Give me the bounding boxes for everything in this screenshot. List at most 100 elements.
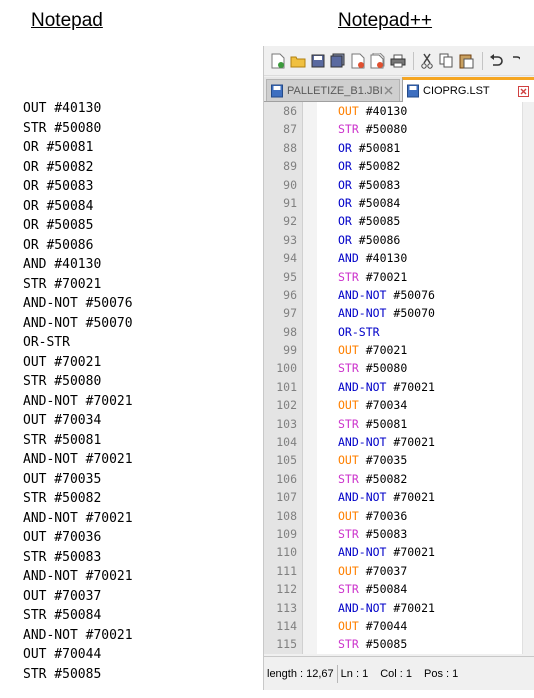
editor-line: 94 AND #40130: [264, 249, 534, 267]
editor-line: 111 OUT #70037: [264, 562, 534, 580]
code-keyword: OR: [338, 159, 352, 174]
code-keyword: AND-NOT: [338, 379, 387, 394]
code-text: AND-NOT #50070: [338, 304, 435, 322]
code-text: OR #50084: [338, 194, 400, 212]
notepad-line: OUT #70044: [23, 647, 102, 662]
notepad-heading: Notepad: [31, 10, 103, 31]
code-text: OUT #70034: [338, 396, 407, 414]
vertical-scrollbar[interactable]: [522, 102, 534, 654]
toolbar-separator: [482, 51, 483, 70]
notepad-line: STR #50082: [23, 491, 102, 506]
cut-icon[interactable]: [418, 52, 435, 69]
notepad-line: OUT #70034: [23, 413, 102, 428]
editor-line: 108 OUT #70036: [264, 507, 534, 525]
line-number: 95: [283, 269, 297, 284]
editor-line: 87 STR #50080: [264, 120, 534, 138]
close-tab-icon[interactable]: [518, 85, 529, 97]
code-text: OUT #70037: [338, 562, 407, 580]
tab-cioprg[interactable]: CIOPRG.LST: [402, 77, 534, 102]
code-argument: #50082: [358, 159, 401, 174]
code-editor[interactable]: 86 OUT #40130 87 STR #50080 88 OR #50081 89 OR …: [264, 102, 534, 654]
editor-line: 86 OUT #40130: [264, 102, 534, 120]
copy-icon[interactable]: [438, 52, 455, 69]
code-keyword: OUT: [338, 343, 359, 358]
code-keyword: OR: [338, 232, 352, 247]
undo-icon[interactable]: [487, 52, 504, 69]
line-number: 98: [283, 324, 297, 339]
code-text: STR #50080: [338, 359, 407, 377]
line-number: 104: [276, 435, 297, 450]
editor-line: 112 STR #50084: [264, 580, 534, 598]
code-text: OUT #40130: [338, 102, 407, 120]
notepadpp-heading: Notepad++: [338, 10, 433, 31]
editor-line: 95 STR #70021: [264, 268, 534, 286]
redo-icon[interactable]: [507, 52, 524, 69]
tab-label: CIOPRG.LST: [423, 85, 490, 97]
print-icon[interactable]: [389, 52, 406, 69]
code-text: STR #50082: [338, 470, 407, 488]
code-keyword: STR: [338, 361, 359, 376]
code-text: OR #50082: [338, 157, 400, 175]
code-keyword: AND: [338, 251, 359, 266]
notepad-line: OUT #70021: [23, 354, 102, 370]
editor-line: 109 STR #50083: [264, 525, 534, 543]
code-keyword: STR: [338, 122, 359, 137]
notepad-line: STR #50080: [23, 374, 102, 389]
notepad-line: AND-NOT #70021: [23, 569, 133, 584]
line-number: 108: [276, 508, 297, 523]
notepad-line: OR #50081: [23, 140, 94, 155]
tab-palletize[interactable]: PALLETIZE_B1.JBI: [266, 79, 400, 101]
line-number: 103: [276, 416, 297, 431]
line-number: 86: [283, 104, 297, 118]
code-keyword: OR: [338, 177, 352, 192]
editor-line: 93 OR #50086: [264, 231, 534, 249]
close-tab-icon[interactable]: [383, 85, 394, 96]
paste-icon[interactable]: [458, 52, 475, 69]
code-argument: #50082: [365, 471, 408, 486]
code-argument: #50081: [358, 140, 401, 155]
editor-line: 92 OR #50085: [264, 212, 534, 230]
code-argument: #70035: [365, 453, 408, 468]
notepad-text-area[interactable]: OUT #40130 STR #50080 OR #50081 OR #50082 OR…: [23, 99, 133, 684]
code-keyword: STR: [338, 416, 359, 431]
code-text: STR #50081: [338, 415, 407, 433]
code-text: AND-NOT #70021: [338, 488, 435, 506]
editor-line: 107 AND-NOT #70021: [264, 488, 534, 506]
editor-line: 98 OR-STR: [264, 323, 534, 341]
notepad-line: AND-NOT #50070: [23, 315, 133, 331]
open-file-icon[interactable]: [289, 52, 306, 69]
editor-line: 103 STR #50081: [264, 415, 534, 433]
code-keyword: AND-NOT: [338, 435, 387, 450]
code-argument: #70036: [365, 508, 408, 523]
code-keyword: OUT: [338, 508, 359, 523]
save-icon[interactable]: [309, 52, 326, 69]
close-icon[interactable]: [349, 52, 366, 69]
code-argument: #50080: [365, 122, 408, 137]
code-argument: #40130: [365, 104, 408, 118]
editor-line: 97 AND-NOT #50070: [264, 304, 534, 322]
close-all-icon[interactable]: [369, 52, 386, 69]
notepad-line: OUT #70036: [23, 530, 102, 545]
notepad-line: OR #50083: [23, 179, 94, 194]
notepad-line: STR #50085: [23, 666, 102, 682]
line-number: 112: [276, 582, 297, 597]
notepad-line: OR #50082: [23, 159, 94, 175]
save-all-icon[interactable]: [329, 52, 346, 69]
code-keyword: OUT: [338, 398, 359, 413]
code-argument: #70021: [393, 600, 435, 615]
notepad-line: OUT #40130: [23, 101, 102, 116]
line-number: 88: [283, 140, 297, 155]
code-argument: #50070: [393, 306, 435, 321]
editor-line: 99 OUT #70021: [264, 341, 534, 359]
code-keyword: STR: [338, 471, 359, 486]
editor-line: 101 AND-NOT #70021: [264, 378, 534, 396]
new-file-icon[interactable]: [269, 52, 286, 69]
code-keyword: STR: [338, 526, 359, 541]
notepad-line: OR #50086: [23, 237, 94, 253]
editor-line: 88 OR #50081: [264, 139, 534, 157]
notepad-line: OR #50084: [23, 198, 94, 214]
code-keyword: OR: [338, 140, 352, 155]
code-argument: #50086: [358, 232, 401, 247]
floppy-icon: [407, 84, 419, 98]
line-number: 89: [283, 159, 297, 174]
